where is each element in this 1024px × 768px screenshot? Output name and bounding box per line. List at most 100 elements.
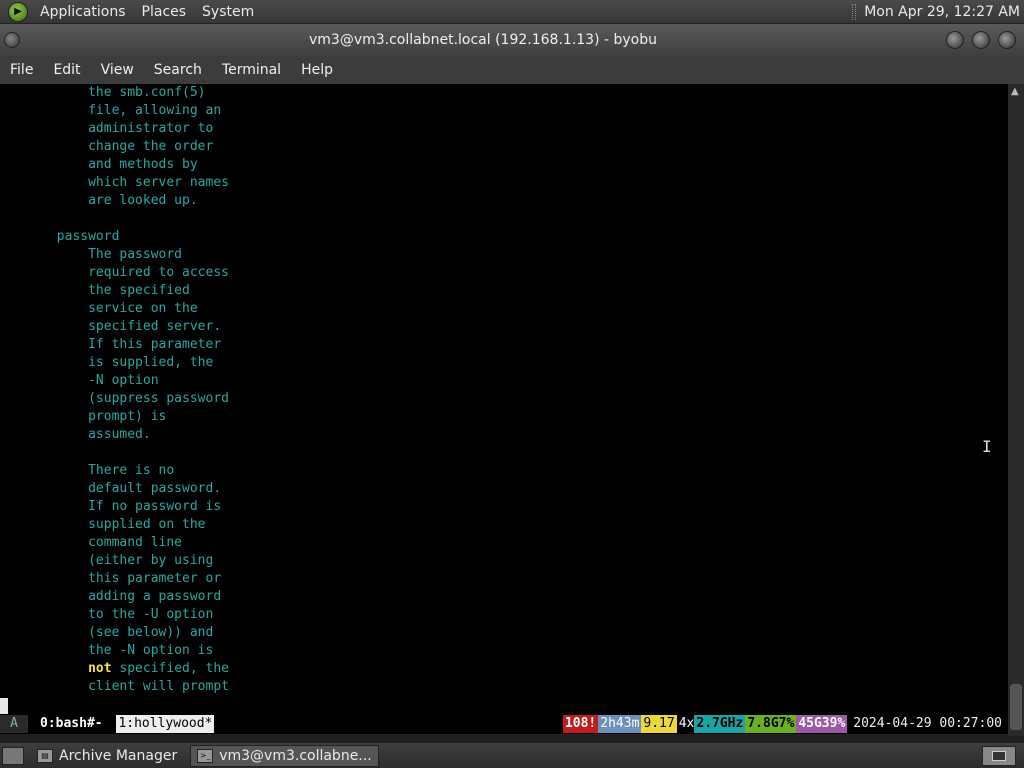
terminal-line: client will prompt: [0, 678, 1008, 696]
bottom-taskbar: ▤ Archive Manager >_ vm3@vm3.collabne...: [0, 742, 1024, 768]
terminal-menubar: File Edit View Search Terminal Help: [0, 56, 1024, 84]
terminal-line: this parameter or: [0, 570, 1008, 588]
terminal-line-text: (either by using: [2, 553, 214, 568]
terminal-line: (suppress password: [0, 390, 1008, 408]
cpu-frequency: 2.7GHz: [694, 715, 746, 733]
terminal-line: assumed.: [0, 426, 1008, 444]
terminal-line-text: -N option: [2, 373, 159, 388]
window-menu-icon[interactable]: [4, 32, 20, 48]
task-terminal[interactable]: >_ vm3@vm3.collabne...: [190, 744, 379, 767]
terminal-line-text: specified, the: [111, 661, 229, 676]
memory-usage: 7.8G7%: [745, 715, 797, 733]
byobu-window-1[interactable]: 1:hollywood*: [116, 715, 215, 733]
terminal-line: supplied on the: [0, 516, 1008, 534]
terminal-line: which server names: [0, 174, 1008, 192]
terminal-line: specified server.: [0, 318, 1008, 336]
panel-handle-icon[interactable]: [852, 3, 857, 20]
menu-terminal[interactable]: Terminal: [212, 62, 291, 78]
terminal-line: to the -U option: [0, 606, 1008, 624]
menu-applications[interactable]: Applications: [32, 4, 134, 20]
menu-file[interactable]: File: [0, 62, 43, 78]
text-cursor-ibeam-icon: I: [982, 437, 992, 456]
minimize-button[interactable]: [946, 31, 964, 49]
terminal-line: If this parameter: [0, 336, 1008, 354]
terminal-line-text: prompt) is: [2, 409, 167, 424]
disk-usage: 45G39%: [796, 715, 848, 733]
terminal-line: and methods by: [0, 156, 1008, 174]
terminal-line-text: file, allowing an: [2, 103, 222, 118]
uptime: 2h43m: [598, 715, 642, 733]
terminal-line: the -N option is: [0, 642, 1008, 660]
terminal-line-text: (suppress password: [2, 391, 229, 406]
terminal-line: command line: [0, 534, 1008, 552]
terminal-output[interactable]: the smb.conf(5) file, allowing an admini…: [0, 84, 1008, 714]
distro-logo-icon[interactable]: ▶: [8, 1, 28, 22]
terminal-line-text: client will prompt: [2, 679, 229, 694]
byobu-window-0[interactable]: 0:bash#-: [28, 715, 105, 733]
byobu-statusbar: A 0:bash#- 1:hollywood* 108! 2h43m 9.17 …: [0, 714, 1008, 734]
terminal-line: administrator to: [0, 120, 1008, 138]
terminal-cursor: [0, 698, 8, 714]
terminal-line: change the order: [0, 138, 1008, 156]
terminal-line-text: the smb.conf(5): [2, 85, 206, 100]
terminal-line: not specified, the: [0, 660, 1008, 678]
terminal-line: (either by using: [0, 552, 1008, 570]
terminal-bold-text: not: [88, 661, 112, 676]
panel-clock[interactable]: Mon Apr 29, 12:27 AM: [864, 4, 1024, 20]
workspace-1[interactable]: [992, 750, 1006, 761]
terminal-line: the specified: [0, 282, 1008, 300]
terminal-line-text: is supplied, the: [2, 355, 214, 370]
status-datetime: 2024-04-29 00:27:00: [853, 716, 1002, 731]
terminal-line-text: change the order: [2, 139, 214, 154]
menu-search[interactable]: Search: [144, 62, 212, 78]
terminal-line: the smb.conf(5): [0, 84, 1008, 102]
menu-edit[interactable]: Edit: [43, 62, 90, 78]
task-archive-manager[interactable]: ▤ Archive Manager: [30, 745, 184, 767]
terminal-line-text: required to access: [2, 265, 229, 280]
terminal-line: adding a password: [0, 588, 1008, 606]
terminal-line: There is no: [0, 462, 1008, 480]
menu-help[interactable]: Help: [291, 62, 343, 78]
terminal-line: password: [0, 228, 1008, 246]
archive-manager-icon: ▤: [37, 748, 53, 763]
show-desktop-button[interactable]: [2, 746, 24, 765]
terminal-line-text: are looked up.: [2, 193, 198, 208]
terminal-line-text: service on the: [2, 301, 198, 316]
terminal-line: file, allowing an: [0, 102, 1008, 120]
terminal-line: are looked up.: [0, 192, 1008, 210]
terminal-line-text: to the -U option: [2, 607, 214, 622]
terminal-line: default password.: [0, 480, 1008, 498]
scrollbar-thumb[interactable]: [1010, 684, 1022, 730]
terminal-line: is supplied, the: [0, 354, 1008, 372]
cpu-count: 4x: [678, 716, 695, 731]
terminal-line: prompt) is: [0, 408, 1008, 426]
menu-system[interactable]: System: [194, 4, 262, 20]
terminal-line-text: [2, 661, 88, 676]
terminal-icon: >_: [197, 748, 214, 763]
terminal-line-text: adding a password: [2, 589, 222, 604]
menu-view[interactable]: View: [91, 62, 144, 78]
updates-available: 108!: [562, 715, 599, 733]
menu-places[interactable]: Places: [134, 4, 195, 20]
workspace-switcher[interactable]: [982, 745, 1016, 766]
terminal-line-text: assumed.: [2, 427, 151, 442]
terminal-line-text: default password.: [2, 481, 222, 496]
terminal-line-text: If no password is: [2, 499, 222, 514]
terminal-line-text: the specified: [2, 283, 190, 298]
close-button[interactable]: [998, 31, 1016, 49]
terminal-scrollbar[interactable]: ▲: [1008, 84, 1024, 736]
terminal-line-text: which server names: [2, 175, 229, 190]
byobu-window-gap: [105, 715, 117, 733]
terminal-line-text: specified server.: [2, 319, 222, 334]
window-titlebar[interactable]: vm3@vm3.collabnet.local (192.168.1.13) -…: [0, 24, 1024, 56]
scroll-up-arrow-icon[interactable]: ▲: [1011, 86, 1019, 97]
maximize-button[interactable]: [972, 31, 990, 49]
task-label: Archive Manager: [59, 747, 178, 764]
terminal-line-text: and methods by: [2, 157, 198, 172]
window-title: vm3@vm3.collabnet.local (192.168.1.13) -…: [308, 32, 657, 48]
byobu-logo: A: [0, 715, 28, 733]
task-label: vm3@vm3.collabne...: [219, 747, 372, 764]
terminal-line: (see below)) and: [0, 624, 1008, 642]
terminal-line-text: (see below)) and: [2, 625, 214, 640]
